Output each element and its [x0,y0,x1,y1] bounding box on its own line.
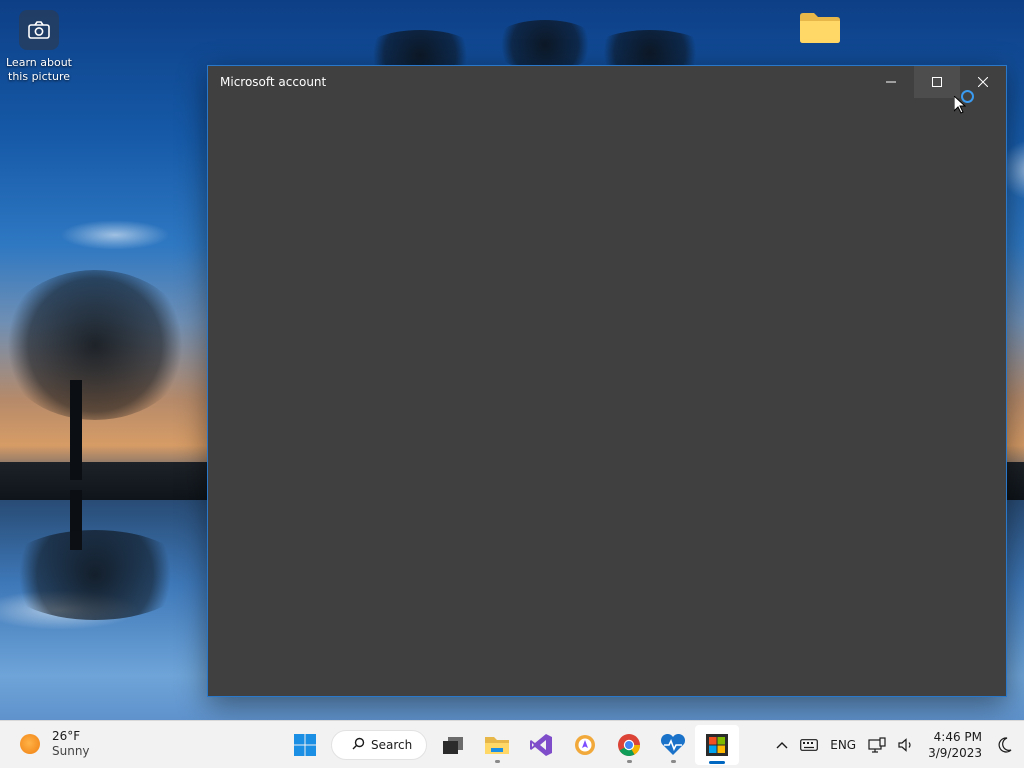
chevron-up-icon [776,742,788,749]
window-content [208,98,1006,696]
window-titlebar[interactable]: Microsoft account [208,66,1006,114]
mouse-cursor-icon [954,96,966,114]
weather-condition: Sunny [52,744,90,758]
taskbar: 26°F Sunny Search ENG 4:46 PM 3/9/2023 [0,720,1024,768]
health-app-button[interactable] [651,725,695,765]
minimize-icon [886,81,896,83]
weather-widget[interactable]: 26°F Sunny [20,729,90,759]
tree-reflection [0,490,200,620]
folder-icon [798,10,842,44]
keyboard-icon [800,739,819,751]
maximize-button[interactable] [914,66,960,98]
cloud [60,220,170,250]
start-button[interactable] [283,725,327,765]
file-explorer-icon [485,737,509,754]
microsoft-account-window[interactable]: Microsoft account [207,65,1007,697]
network-icon [868,737,886,753]
taskbar-clock[interactable]: 4:46 PM 3/9/2023 [920,729,992,761]
search-label: Search [371,738,413,752]
volume-button[interactable] [892,738,920,752]
microsoft-store-button[interactable] [695,725,739,765]
speaker-icon [898,738,911,752]
health-icon [660,734,686,755]
maximize-icon [932,77,942,87]
windows-start-icon [294,734,316,756]
window-title: Microsoft account [220,75,327,89]
brave-icon [575,735,595,755]
visual-studio-button[interactable] [519,725,563,765]
active-indicator [709,761,725,764]
network-button[interactable] [862,737,892,753]
file-explorer-button[interactable] [475,725,519,765]
running-indicator [494,760,500,763]
minimize-button[interactable] [868,66,914,98]
close-icon [978,77,988,87]
microsoft-store-icon [706,734,728,756]
chrome-icon [618,734,640,756]
taskbar-search-button[interactable]: Search [331,730,427,760]
visual-studio-icon [530,734,552,756]
input-language-button[interactable]: ENG [824,738,862,752]
system-tray: ENG 4:46 PM 3/9/2023 [770,721,1024,768]
brave-button[interactable] [563,725,607,765]
sun-icon [20,734,40,754]
camera-icon [19,10,59,50]
taskbar-apps: Search [283,725,739,765]
clock-date: 3/9/2023 [928,746,982,760]
weather-temperature: 26°F [52,729,81,743]
search-icon [352,737,365,753]
touch-keyboard-button[interactable] [794,739,824,751]
desktop-icon-learn-picture[interactable]: Learn about this picture [4,10,74,84]
task-view-icon [443,737,463,754]
tree-silhouette [0,270,200,480]
running-indicator [626,760,632,763]
running-indicator [670,760,676,763]
window-controls [868,66,1006,98]
moon-icon [998,737,1012,753]
clock-time: 4:46 PM [933,730,982,744]
desktop-icon-folder[interactable] [790,10,850,48]
show-hidden-icons-button[interactable] [770,741,794,749]
chrome-button[interactable] [607,725,651,765]
treeline-top [360,20,720,80]
task-view-button[interactable] [431,725,475,765]
notifications-button[interactable] [992,737,1024,753]
desktop-icon-label: Learn about this picture [6,56,72,83]
